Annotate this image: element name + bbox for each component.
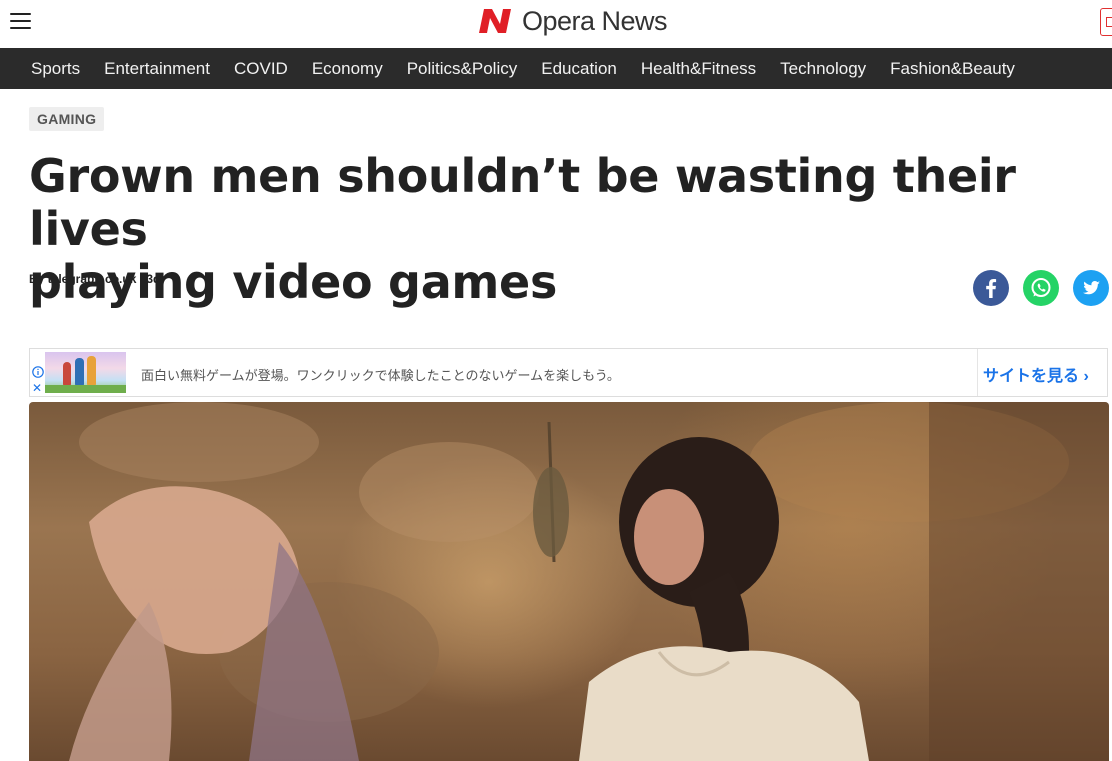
ad-info-icon[interactable] bbox=[32, 366, 44, 378]
byline: By telegraph.co.uk | 3d bbox=[29, 272, 161, 286]
article-hero-image bbox=[29, 402, 1109, 761]
brand[interactable]: Opera News bbox=[478, 4, 668, 38]
opera-news-logo-icon bbox=[479, 9, 511, 33]
bookmark-icon[interactable] bbox=[1100, 8, 1112, 36]
article-title-line1: Grown men shouldn’t be wasting their liv… bbox=[29, 149, 1016, 256]
nav-item-health[interactable]: Health&Fitness bbox=[629, 59, 768, 79]
nav-item-entertainment[interactable]: Entertainment bbox=[92, 59, 222, 79]
top-header: Opera News bbox=[0, 0, 1112, 48]
ad-cta-button[interactable]: サイトを見る › bbox=[983, 362, 1089, 386]
article-title: Grown men shouldn’t be wasting their liv… bbox=[29, 150, 1089, 309]
chevron-right-icon: › bbox=[1083, 368, 1089, 385]
category-nav: Sports Entertainment COVID Economy Polit… bbox=[0, 48, 1112, 89]
ad-thumbnail[interactable] bbox=[45, 352, 126, 393]
brand-name: Opera News bbox=[522, 5, 668, 36]
ad-close-icon[interactable]: ✕ bbox=[32, 382, 42, 394]
nav-item-fashion[interactable]: Fashion&Beauty bbox=[878, 59, 1027, 79]
ad-banner[interactable]: ✕ 面白い無料ゲームが登場。ワンクリックで体験したことのないゲームを楽しもう。 … bbox=[29, 348, 1108, 397]
twitter-share-button[interactable] bbox=[1073, 270, 1109, 306]
ad-text: 面白い無料ゲームが登場。ワンクリックで体験したことのないゲームを楽しもう。 bbox=[141, 368, 620, 383]
category-tag[interactable]: GAMING bbox=[29, 107, 105, 131]
facebook-icon bbox=[986, 279, 997, 298]
whatsapp-icon bbox=[1031, 278, 1051, 297]
nav-item-technology[interactable]: Technology bbox=[768, 59, 878, 79]
nav-item-education[interactable]: Education bbox=[529, 59, 629, 79]
nav-item-sports[interactable]: Sports bbox=[19, 59, 92, 79]
ad-cta-label: サイトを見る bbox=[983, 368, 1080, 385]
ad-divider bbox=[977, 349, 978, 396]
hero-photo bbox=[69, 402, 1109, 761]
menu-icon[interactable] bbox=[10, 13, 31, 30]
nav-item-economy[interactable]: Economy bbox=[300, 59, 395, 79]
nav-item-politics[interactable]: Politics&Policy bbox=[395, 59, 530, 79]
facebook-share-button[interactable] bbox=[973, 270, 1009, 306]
nav-item-covid[interactable]: COVID bbox=[222, 59, 300, 79]
whatsapp-share-button[interactable] bbox=[1023, 270, 1059, 306]
twitter-icon bbox=[1083, 281, 1100, 295]
